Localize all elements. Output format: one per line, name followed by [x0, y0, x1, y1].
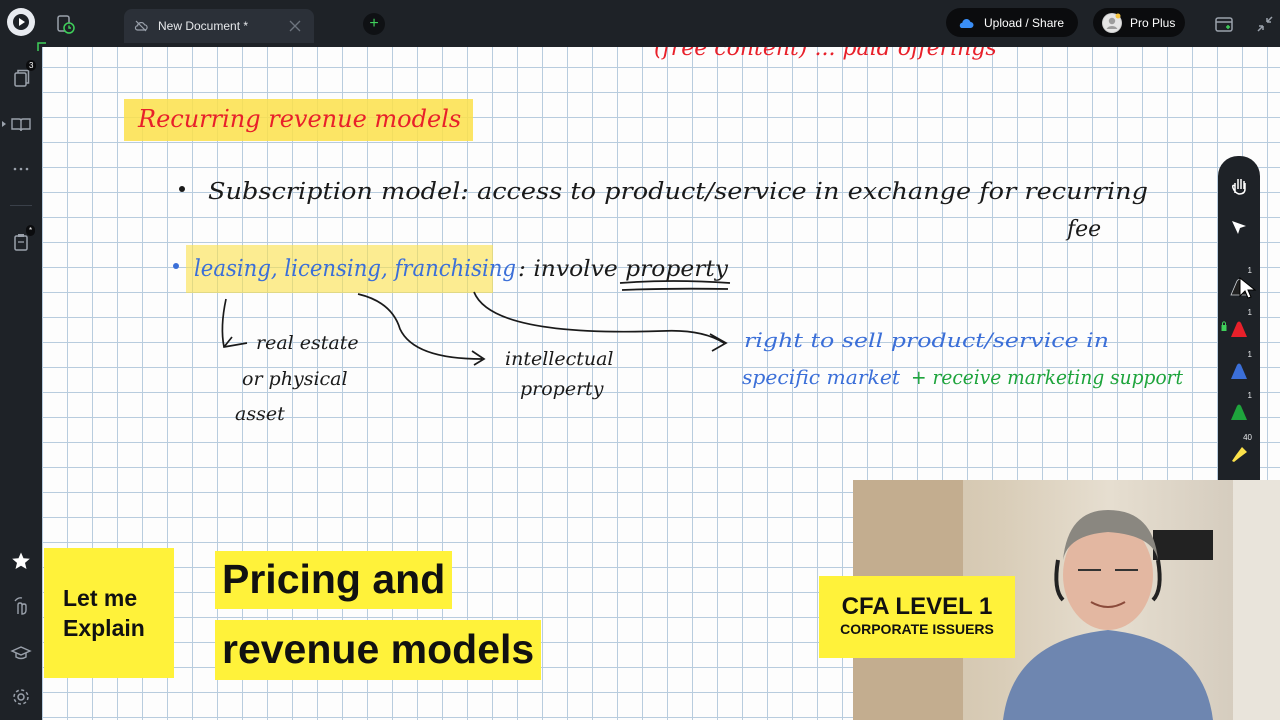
video-title-line1: Pricing and: [215, 551, 453, 609]
close-icon[interactable]: [288, 19, 302, 33]
plus-icon: +: [369, 15, 379, 32]
bullet2-rest-text: : involve property: [518, 257, 729, 282]
avatar: [1102, 12, 1122, 33]
arrow-to-intellectual: [357, 293, 486, 366]
bullet-dot: [173, 263, 179, 269]
branch1-line2: or physical: [242, 368, 348, 390]
branch3-line3: + receive marketing support: [911, 365, 1184, 389]
star-icon[interactable]: [10, 550, 32, 572]
top-bar: New Document * + Upload / Share Pro Plus: [0, 0, 1280, 47]
let-me-explain-badge: Let me Explain: [44, 548, 174, 678]
arrow-to-real-estate: [221, 298, 248, 348]
branch2-line1: intellectual: [505, 348, 614, 370]
notebook-icon[interactable]: [10, 113, 32, 135]
gesture-icon[interactable]: [10, 595, 32, 617]
bullet1-text: Subscription model: access to product/se…: [208, 179, 1148, 205]
sidebar-divider: [10, 205, 32, 206]
learn-icon[interactable]: [10, 642, 32, 664]
upload-share-button[interactable]: Upload / Share: [946, 8, 1078, 37]
pen-blue-icon[interactable]: [1228, 360, 1250, 382]
bullet1-continuation: fee: [1065, 217, 1101, 242]
bullet2-highlight-text: leasing, licensing, franchising: [194, 256, 516, 282]
settings-icon[interactable]: [10, 686, 32, 708]
pen-black-count: 1: [1247, 266, 1252, 275]
more-icon[interactable]: [10, 158, 32, 180]
plan-button[interactable]: Pro Plus: [1093, 8, 1185, 37]
branch1-line1: real estate: [256, 332, 359, 354]
bullet-dot: [179, 186, 185, 192]
tool-palette: 1 1 1 1 40: [1218, 156, 1260, 480]
tab-title: New Document *: [158, 19, 249, 33]
app-logo-icon[interactable]: [7, 8, 35, 36]
video-title-line2: revenue models: [215, 620, 542, 680]
underline-stroke: [619, 280, 731, 291]
recent-files-icon[interactable]: [54, 13, 76, 35]
partial-top-note: (free content) ... paid offerings: [654, 47, 997, 61]
cfa-level-badge: CFA LEVEL 1 CORPORATE ISSUERS: [819, 576, 1015, 658]
pen-green-icon[interactable]: [1228, 401, 1250, 423]
pen-red-icon[interactable]: [1228, 318, 1250, 340]
pages-count-badge: 3: [26, 60, 37, 71]
notes-badge: *: [26, 225, 36, 236]
lock-icon: [1221, 321, 1227, 331]
pen-green-count: 1: [1247, 391, 1252, 400]
caret-right-icon: [2, 121, 6, 127]
branch1-line3: asset: [235, 403, 285, 425]
tab-new-document[interactable]: New Document *: [124, 9, 314, 43]
pen-blue-count: 1: [1247, 350, 1252, 359]
collapse-icon[interactable]: [1254, 13, 1276, 35]
hand-icon[interactable]: [1228, 174, 1250, 196]
pen-red-count: 1: [1247, 308, 1252, 317]
cloud-upload-icon: [959, 18, 974, 28]
mouse-cursor-icon: [1239, 276, 1257, 299]
highlighter-yellow-icon[interactable]: [1228, 443, 1250, 465]
new-window-icon[interactable]: [1213, 13, 1235, 35]
branch2-line2: property: [520, 378, 604, 400]
heading-text: Recurring revenue models: [137, 105, 461, 133]
cloud-off-icon: [134, 20, 148, 32]
branch3-line1: right to sell product/service in: [744, 328, 1109, 352]
branch3-line2: specific market: [742, 365, 901, 389]
add-tab-button[interactable]: +: [363, 13, 385, 35]
lasso-pointer-icon[interactable]: [1228, 216, 1250, 238]
left-sidebar: 3 *: [0, 42, 46, 720]
arrow-to-right-to-sell: [473, 291, 728, 352]
highlighter-count: 40: [1243, 433, 1252, 442]
